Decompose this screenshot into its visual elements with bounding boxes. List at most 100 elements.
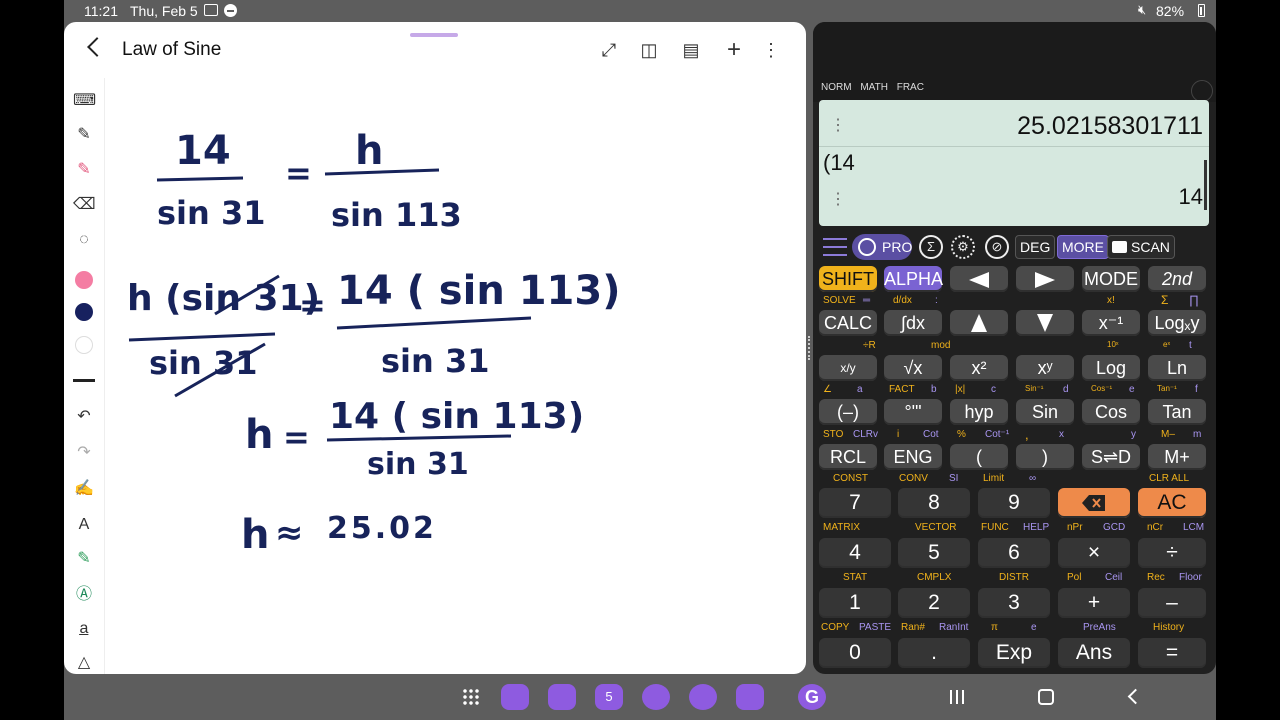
mplus-key[interactable]: M+ bbox=[1148, 444, 1206, 470]
second-key[interactable]: 2nd bbox=[1148, 266, 1206, 292]
digit-2-key[interactable]: 2 bbox=[898, 588, 970, 618]
expand-icon[interactable]: ⤢ bbox=[598, 39, 620, 61]
sigma-icon[interactable]: Σ bbox=[919, 235, 943, 259]
camera-icon[interactable] bbox=[736, 684, 764, 710]
split-divider-handle[interactable] bbox=[808, 336, 812, 360]
pro-button[interactable]: PRO bbox=[852, 234, 912, 260]
digit-5-key[interactable]: 5 bbox=[898, 538, 970, 568]
backspace-key[interactable] bbox=[1058, 488, 1130, 518]
add-page-icon[interactable]: + bbox=[723, 38, 745, 62]
scan-button[interactable]: SCAN bbox=[1107, 235, 1175, 259]
messages-icon[interactable] bbox=[642, 684, 670, 710]
lasso-icon[interactable]: ◌ bbox=[73, 229, 95, 251]
keyboard-icon[interactable]: ⌨ bbox=[73, 90, 96, 112]
back-arrow-icon[interactable] bbox=[87, 37, 107, 57]
ln-key[interactable]: Ln bbox=[1148, 355, 1206, 381]
minus-key[interactable]: – bbox=[1138, 588, 1206, 618]
settings-gear-icon[interactable]: ⚙ bbox=[951, 235, 975, 259]
handwriting-icon[interactable]: Ⓐ bbox=[73, 584, 95, 606]
shape-pen-icon[interactable]: ✍ bbox=[73, 478, 95, 500]
cursor-down-key[interactable] bbox=[1016, 310, 1074, 336]
home-icon[interactable] bbox=[1038, 689, 1054, 705]
alpha-key[interactable]: ALPHA bbox=[884, 266, 943, 292]
brush-icon[interactable]: △ bbox=[73, 652, 95, 674]
exp-key[interactable]: Exp bbox=[978, 638, 1050, 668]
back-nav-icon[interactable] bbox=[1127, 688, 1144, 705]
menu-icon[interactable] bbox=[823, 238, 847, 256]
cursor-left-key[interactable] bbox=[950, 266, 1008, 292]
sqrt-key[interactable]: √x bbox=[884, 355, 942, 381]
sin-key[interactable]: Sin bbox=[1016, 399, 1074, 425]
multiply-key[interactable]: × bbox=[1058, 538, 1130, 568]
redo-icon[interactable]: ↷ bbox=[73, 442, 95, 464]
current-expression[interactable]: (14 bbox=[823, 150, 855, 176]
book-view-icon[interactable]: ◫ bbox=[638, 39, 660, 61]
reciprocal-key[interactable]: x⁻¹ bbox=[1082, 310, 1140, 336]
ans-key[interactable]: Ans bbox=[1058, 638, 1130, 668]
digit-9-key[interactable]: 9 bbox=[978, 488, 1050, 518]
text-box-icon[interactable]: a̲ bbox=[73, 618, 95, 640]
equals-key[interactable]: = bbox=[1138, 638, 1206, 668]
digit-4-key[interactable]: 4 bbox=[819, 538, 891, 568]
divide-key[interactable]: ÷ bbox=[1138, 538, 1206, 568]
std-key[interactable]: S⇌D bbox=[1082, 444, 1140, 470]
pen-icon[interactable]: ✎ bbox=[73, 124, 95, 146]
square-key[interactable]: x² bbox=[950, 355, 1008, 381]
plus-key[interactable]: + bbox=[1058, 588, 1130, 618]
pink-color-swatch[interactable] bbox=[75, 271, 93, 289]
calendar-icon[interactable]: 5 bbox=[595, 684, 623, 710]
files-icon[interactable] bbox=[548, 684, 576, 710]
log-base-key[interactable]: Logₓy bbox=[1148, 310, 1206, 336]
power-key[interactable]: xʸ bbox=[1016, 355, 1074, 381]
open-paren-key[interactable]: ( bbox=[950, 444, 1008, 470]
cos-key[interactable]: Cos bbox=[1082, 399, 1140, 425]
fraction-key[interactable]: x/y bbox=[819, 355, 877, 381]
digit-7-key[interactable]: 7 bbox=[819, 488, 891, 518]
history-menu-icon[interactable] bbox=[830, 115, 846, 135]
rcl-key[interactable]: RCL bbox=[819, 444, 877, 470]
navy-color-swatch[interactable] bbox=[75, 303, 93, 321]
display-scrollbar[interactable] bbox=[1204, 160, 1207, 210]
decimal-key[interactable]: . bbox=[898, 638, 970, 668]
eng-key[interactable]: ENG bbox=[884, 444, 942, 470]
app-drawer-icon[interactable] bbox=[462, 688, 480, 706]
notes-app-icon[interactable] bbox=[501, 684, 529, 710]
log-key[interactable]: Log bbox=[1082, 355, 1140, 381]
degree-minute-key[interactable]: °'" bbox=[884, 399, 942, 425]
converter-icon[interactable]: ⊘ bbox=[985, 235, 1009, 259]
mode-key[interactable]: MODE bbox=[1082, 266, 1140, 292]
page-settings-icon[interactable]: ▤ bbox=[680, 39, 702, 61]
digit-3-key[interactable]: 3 bbox=[978, 588, 1050, 618]
mminus-label: M– bbox=[1161, 429, 1175, 440]
tan-key[interactable]: Tan bbox=[1148, 399, 1206, 425]
browser-icon[interactable] bbox=[689, 684, 717, 710]
integral-key[interactable]: ∫dx bbox=[884, 310, 942, 336]
expression-menu-icon[interactable] bbox=[830, 189, 846, 209]
calc-key[interactable]: CALC bbox=[819, 310, 877, 336]
google-icon[interactable]: G bbox=[798, 684, 826, 710]
calculator-window: NORM MATH FRAC 25.02158301711 (14 14 PRO… bbox=[813, 22, 1216, 674]
cursor-up-key[interactable] bbox=[950, 310, 1008, 336]
close-paren-key[interactable]: ) bbox=[1016, 444, 1074, 470]
more-button[interactable]: MORE bbox=[1057, 235, 1109, 259]
digit-6-key[interactable]: 6 bbox=[978, 538, 1050, 568]
shift-key[interactable]: SHIFT bbox=[819, 266, 877, 292]
digit-1-key[interactable]: 1 bbox=[819, 588, 891, 618]
all-clear-key[interactable]: AC bbox=[1138, 488, 1206, 518]
white-color-swatch[interactable] bbox=[75, 336, 93, 354]
undo-icon[interactable]: ↶ bbox=[73, 406, 95, 428]
recent-apps-icon[interactable] bbox=[950, 690, 964, 704]
text-pen-icon[interactable]: A bbox=[73, 514, 95, 536]
more-options-icon[interactable]: ⋮ bbox=[760, 39, 782, 61]
cursor-right-key[interactable] bbox=[1016, 266, 1074, 292]
active-pen-icon[interactable]: ✎ bbox=[73, 548, 95, 570]
highlighter-icon[interactable]: ✎ bbox=[73, 159, 95, 181]
digit-0-key[interactable]: 0 bbox=[819, 638, 891, 668]
deg-mode-button[interactable]: DEG bbox=[1015, 235, 1056, 259]
digit-8-key[interactable]: 8 bbox=[898, 488, 970, 518]
edit-icon[interactable] bbox=[1191, 80, 1213, 102]
eraser-icon[interactable]: ⌫ bbox=[73, 194, 96, 216]
hyp-key[interactable]: hyp bbox=[950, 399, 1008, 425]
note-canvas[interactable]: 14 sin 31 = h sin 113 h (sin 31) sin 31 … bbox=[104, 78, 806, 674]
negative-key[interactable]: (–) bbox=[819, 399, 877, 425]
